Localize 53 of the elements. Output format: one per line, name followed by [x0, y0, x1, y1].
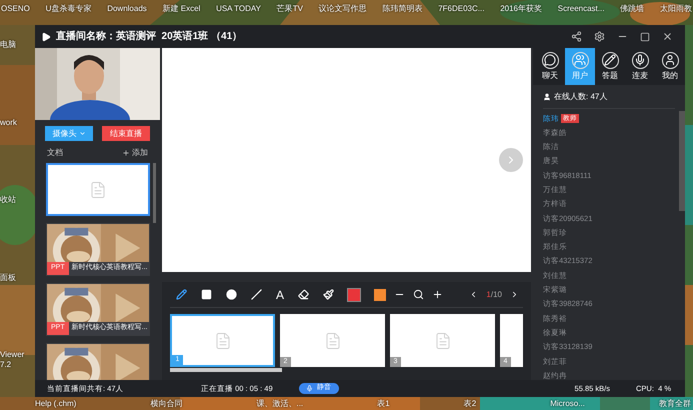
panel-tab[interactable]: 聊天 — [535, 48, 565, 85]
microphone-icon — [632, 52, 648, 68]
documents-label: 文档 — [47, 147, 63, 159]
user-icon — [543, 92, 551, 100]
panel-tab[interactable]: 答题 — [595, 48, 625, 85]
document-icon — [324, 332, 342, 350]
maximize-icon[interactable] — [640, 32, 650, 42]
scrollbar[interactable] — [679, 111, 685, 211]
desktop-icon-label[interactable]: 教育全群 — [658, 399, 691, 409]
next-page-icon[interactable] — [510, 290, 519, 299]
color-swatch[interactable] — [348, 288, 360, 300]
text-tool[interactable]: A — [276, 288, 284, 300]
live-icon — [41, 32, 51, 42]
add-button[interactable]: 添加 — [122, 147, 148, 159]
document-icon — [89, 180, 107, 198]
end-live-button[interactable]: 结束直播 — [102, 126, 150, 141]
panel-tab[interactable]: 我的 — [655, 48, 685, 85]
brush-icon[interactable] — [323, 289, 334, 300]
desktop-icon-label[interactable]: 课、激活、... — [256, 399, 304, 409]
pencil-icon — [602, 52, 618, 68]
desktop-icon-label[interactable]: Microso... — [550, 399, 585, 409]
camera-button[interactable]: 摄像头 — [45, 126, 93, 141]
desktop-icon-label[interactable]: 横向合同 — [150, 399, 182, 409]
scrollbar[interactable] — [170, 368, 282, 372]
share-icon[interactable] — [571, 31, 582, 42]
caret-icon — [78, 130, 86, 137]
desktop-icon-label[interactable]: 表1 — [377, 399, 390, 409]
window-title: 直播间名称：英语测评 20英语1班 （41） — [56, 30, 242, 44]
search-icon[interactable] — [413, 289, 424, 300]
desktop-icon-label[interactable]: Help (.chm) — [35, 399, 76, 409]
document-icon — [214, 332, 232, 350]
eraser-icon[interactable] — [298, 289, 310, 300]
color-swatch[interactable] — [374, 288, 386, 300]
zoom-in-icon[interactable] — [432, 289, 444, 300]
chat-icon — [542, 52, 558, 68]
settings-icon[interactable] — [594, 31, 605, 42]
document-thumbnail[interactable] — [46, 163, 150, 216]
online-count: 在线人数: 47人 — [554, 90, 608, 102]
close-icon[interactable] — [662, 31, 673, 42]
square-icon[interactable] — [201, 289, 212, 300]
panel-tab[interactable]: 用户 — [565, 48, 595, 85]
line-icon[interactable] — [251, 289, 262, 300]
circle-icon[interactable] — [226, 289, 237, 300]
plus-icon — [122, 149, 130, 157]
page-indicator: 1/10 — [486, 288, 502, 300]
microphone-icon — [306, 385, 314, 392]
panel-tab[interactable]: 连麦 — [625, 48, 655, 85]
scrollbar[interactable] — [153, 163, 156, 223]
pencil-icon[interactable] — [176, 289, 187, 300]
user-icon — [662, 52, 678, 68]
users-icon — [572, 52, 588, 68]
desktop-icon-label[interactable]: 表2 — [464, 399, 476, 409]
document-icon — [434, 332, 452, 350]
